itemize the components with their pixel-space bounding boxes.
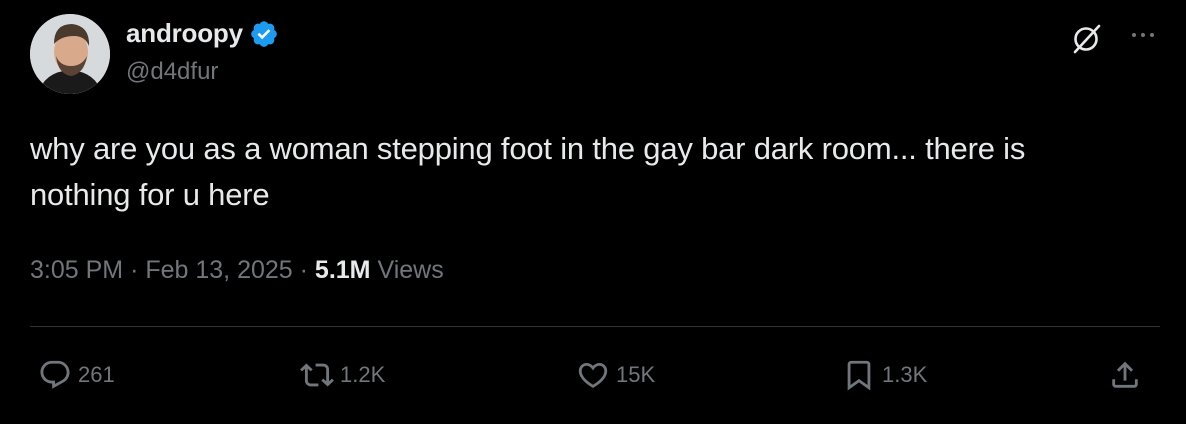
share-button[interactable]	[1108, 358, 1142, 392]
author-handle[interactable]: @d4dfur	[126, 58, 218, 86]
meta-separator: ·	[299, 256, 308, 284]
tweet-text-line: nothing for u here	[30, 177, 270, 212]
retweet-count: 1.2K	[340, 362, 386, 387]
like-count: 15K	[616, 362, 656, 387]
tweet-text: why are you as a woman stepping foot in …	[30, 126, 1170, 218]
reply-button[interactable]: 261	[38, 358, 115, 392]
like-icon	[578, 362, 608, 388]
share-icon	[1112, 361, 1138, 388]
like-button[interactable]: 15K	[576, 358, 655, 392]
views-label: Views	[377, 256, 444, 284]
avatar-photo	[30, 14, 110, 94]
tweet-text-line: why are you as a woman stepping foot in …	[30, 131, 1026, 166]
reply-count: 261	[78, 362, 115, 387]
more-icon[interactable]	[1126, 20, 1160, 50]
author-name[interactable]: androopy	[126, 18, 243, 49]
retweet-button[interactable]: 1.2K	[300, 358, 385, 392]
grok-icon[interactable]	[1070, 22, 1104, 56]
bookmark-count: 1.3K	[882, 362, 928, 387]
avatar[interactable]	[30, 14, 110, 94]
meta-separator: ·	[130, 256, 139, 284]
views-count: 5.1M	[314, 256, 371, 284]
tweet-date[interactable]: Feb 13, 2025	[145, 256, 292, 284]
bookmark-button[interactable]: 1.3K	[842, 358, 927, 392]
bookmark-icon	[847, 360, 871, 391]
retweet-icon	[300, 363, 334, 387]
verified-badge-icon	[251, 20, 277, 47]
divider	[30, 326, 1160, 327]
tweet-meta: 3:05 PM · Feb 13, 2025 · 5.1M Views	[30, 256, 444, 285]
tweet-time[interactable]: 3:05 PM	[30, 256, 123, 284]
reply-icon	[40, 360, 70, 389]
